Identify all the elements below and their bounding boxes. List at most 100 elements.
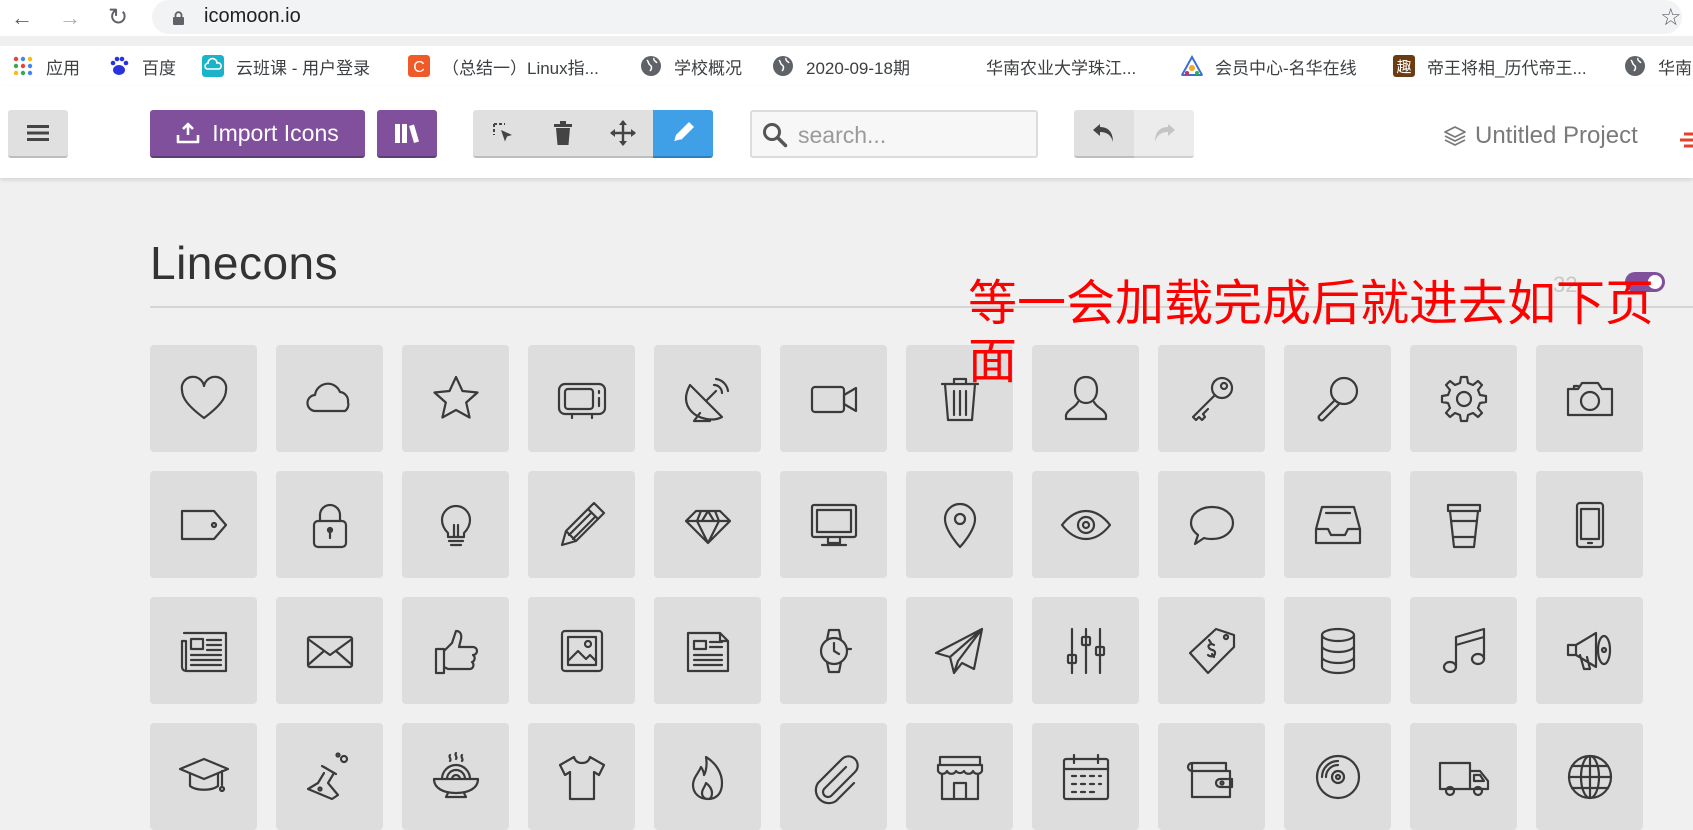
icon-tile[interactable] <box>1032 597 1139 704</box>
icon-tile[interactable] <box>402 345 509 452</box>
bookmark-linux[interactable]: C （总结一）Linux指... <box>408 54 599 78</box>
icon-tile[interactable] <box>906 597 1013 704</box>
icon-tile[interactable] <box>780 345 887 452</box>
icon-tile[interactable] <box>1284 471 1391 578</box>
icon-tile[interactable] <box>150 471 257 578</box>
icon-tile[interactable] <box>402 723 509 830</box>
tablet-icon <box>1575 501 1604 548</box>
icon-tile[interactable] <box>1536 471 1643 578</box>
icon-tile[interactable] <box>1158 471 1265 578</box>
bookmark-date[interactable]: 2020-09-18期 <box>772 54 910 78</box>
delete-tool-button[interactable] <box>533 110 593 158</box>
trash-icon <box>554 121 572 145</box>
icon-library-button[interactable] <box>377 110 437 158</box>
browser-address-bar: ← → ↻ icomoon.io ☆ <box>0 0 1693 36</box>
icon-tile[interactable] <box>654 471 761 578</box>
icon-tile[interactable] <box>528 597 635 704</box>
redo-icon <box>1155 124 1175 142</box>
icon-tile[interactable] <box>1410 597 1517 704</box>
icon-tile[interactable] <box>1410 723 1517 830</box>
icon-tile[interactable] <box>276 471 383 578</box>
icon-tile[interactable] <box>276 723 383 830</box>
disc-icon <box>1315 754 1360 799</box>
icon-tile[interactable] <box>780 597 887 704</box>
wallet-icon <box>1186 761 1233 798</box>
url-text[interactable]: icomoon.io <box>204 5 301 28</box>
triangle-logo-icon <box>1181 55 1203 76</box>
icon-tile[interactable] <box>528 345 635 452</box>
icon-tile[interactable] <box>1410 471 1517 578</box>
icon-tile[interactable] <box>1536 723 1643 830</box>
lock-icon <box>312 503 347 548</box>
icon-tile[interactable] <box>654 723 761 830</box>
icon-tile[interactable] <box>1536 597 1643 704</box>
bookmark-star-icon[interactable]: ☆ <box>1660 3 1682 32</box>
search-input[interactable] <box>798 120 1028 150</box>
project-selector[interactable]: Untitled Project <box>1443 122 1638 150</box>
import-icons-button[interactable]: Import Icons <box>150 110 365 158</box>
database-icon <box>1320 627 1355 674</box>
fire-icon <box>691 755 723 800</box>
svg-text:趣: 趣 <box>1396 58 1411 76</box>
search-box[interactable] <box>750 110 1038 158</box>
bookmark-emperor[interactable]: 趣 帝王将相_历代帝王... <box>1393 54 1587 78</box>
icon-tile[interactable] <box>906 723 1013 830</box>
bookmark-cloudclass[interactable]: 云班课 - 用户登录 <box>202 54 370 78</box>
icon-tile[interactable] <box>654 597 761 704</box>
icon-tile[interactable] <box>528 723 635 830</box>
bookmark-south[interactable]: 华南 <box>1624 54 1692 78</box>
move-tool-button[interactable] <box>593 110 653 158</box>
forward-arrow-icon[interactable]: → <box>56 4 84 32</box>
icon-tile[interactable] <box>150 723 257 830</box>
icon-tile[interactable] <box>780 723 887 830</box>
newspaper-icon <box>180 631 227 672</box>
pencil-icon <box>560 501 605 546</box>
icon-tile[interactable] <box>528 471 635 578</box>
bookmark-label: 云班课 - 用户登录 <box>236 58 371 78</box>
bookmark-scau[interactable]: 华南农业大学珠江... <box>986 54 1136 78</box>
icon-tile[interactable] <box>1284 597 1391 704</box>
back-arrow-icon[interactable]: ← <box>8 4 36 32</box>
reload-icon[interactable]: ↻ <box>104 4 132 32</box>
bookmark-school[interactable]: 学校概况 <box>640 54 742 78</box>
icon-tile[interactable] <box>906 471 1013 578</box>
generate-font-icon[interactable] <box>1680 130 1693 150</box>
bookmark-member[interactable]: 会员中心-名华在线 <box>1181 54 1357 78</box>
menu-button[interactable] <box>8 110 68 158</box>
t-shirt-icon <box>558 755 605 800</box>
undo-button[interactable] <box>1074 110 1134 158</box>
icon-tile[interactable] <box>150 597 257 704</box>
icon-tile[interactable] <box>402 471 509 578</box>
upload-icon <box>176 122 200 144</box>
bookmark-label: 应用 <box>46 58 80 78</box>
icon-tile[interactable] <box>276 597 383 704</box>
icon-tile[interactable] <box>402 597 509 704</box>
icon-tile[interactable] <box>1158 597 1265 704</box>
inbox-tray-icon <box>1314 505 1361 544</box>
icon-tile[interactable] <box>1284 723 1391 830</box>
calendar-icon <box>1062 753 1109 800</box>
redo-button[interactable] <box>1134 110 1194 158</box>
omnibox[interactable] <box>152 0 1682 34</box>
cloud-class-icon <box>202 55 224 77</box>
select-tool-button[interactable] <box>473 110 533 158</box>
edit-tool-button[interactable] <box>653 110 713 158</box>
icon-tile[interactable] <box>1032 471 1139 578</box>
bookmark-apps[interactable]: 应用 <box>12 54 80 78</box>
image-icon <box>560 629 603 672</box>
icon-tile[interactable] <box>150 345 257 452</box>
icon-tile[interactable] <box>1032 723 1139 830</box>
icon-tile[interactable] <box>276 345 383 452</box>
icon-tile[interactable] <box>654 345 761 452</box>
bookmark-label: 2020-09-18期 <box>806 58 910 78</box>
icon-tile[interactable] <box>1158 723 1265 830</box>
tag-icon <box>180 509 227 540</box>
money-tag-icon <box>1188 627 1235 674</box>
graduation-cap-icon <box>178 757 229 792</box>
paper-plane-icon <box>934 627 983 674</box>
bookmark-baidu[interactable]: 百度 <box>108 54 176 78</box>
icon-tile[interactable] <box>780 471 887 578</box>
qu-character-icon: 趣 <box>1393 55 1415 77</box>
csdn-c-icon: C <box>408 55 430 77</box>
star-icon <box>432 375 479 419</box>
